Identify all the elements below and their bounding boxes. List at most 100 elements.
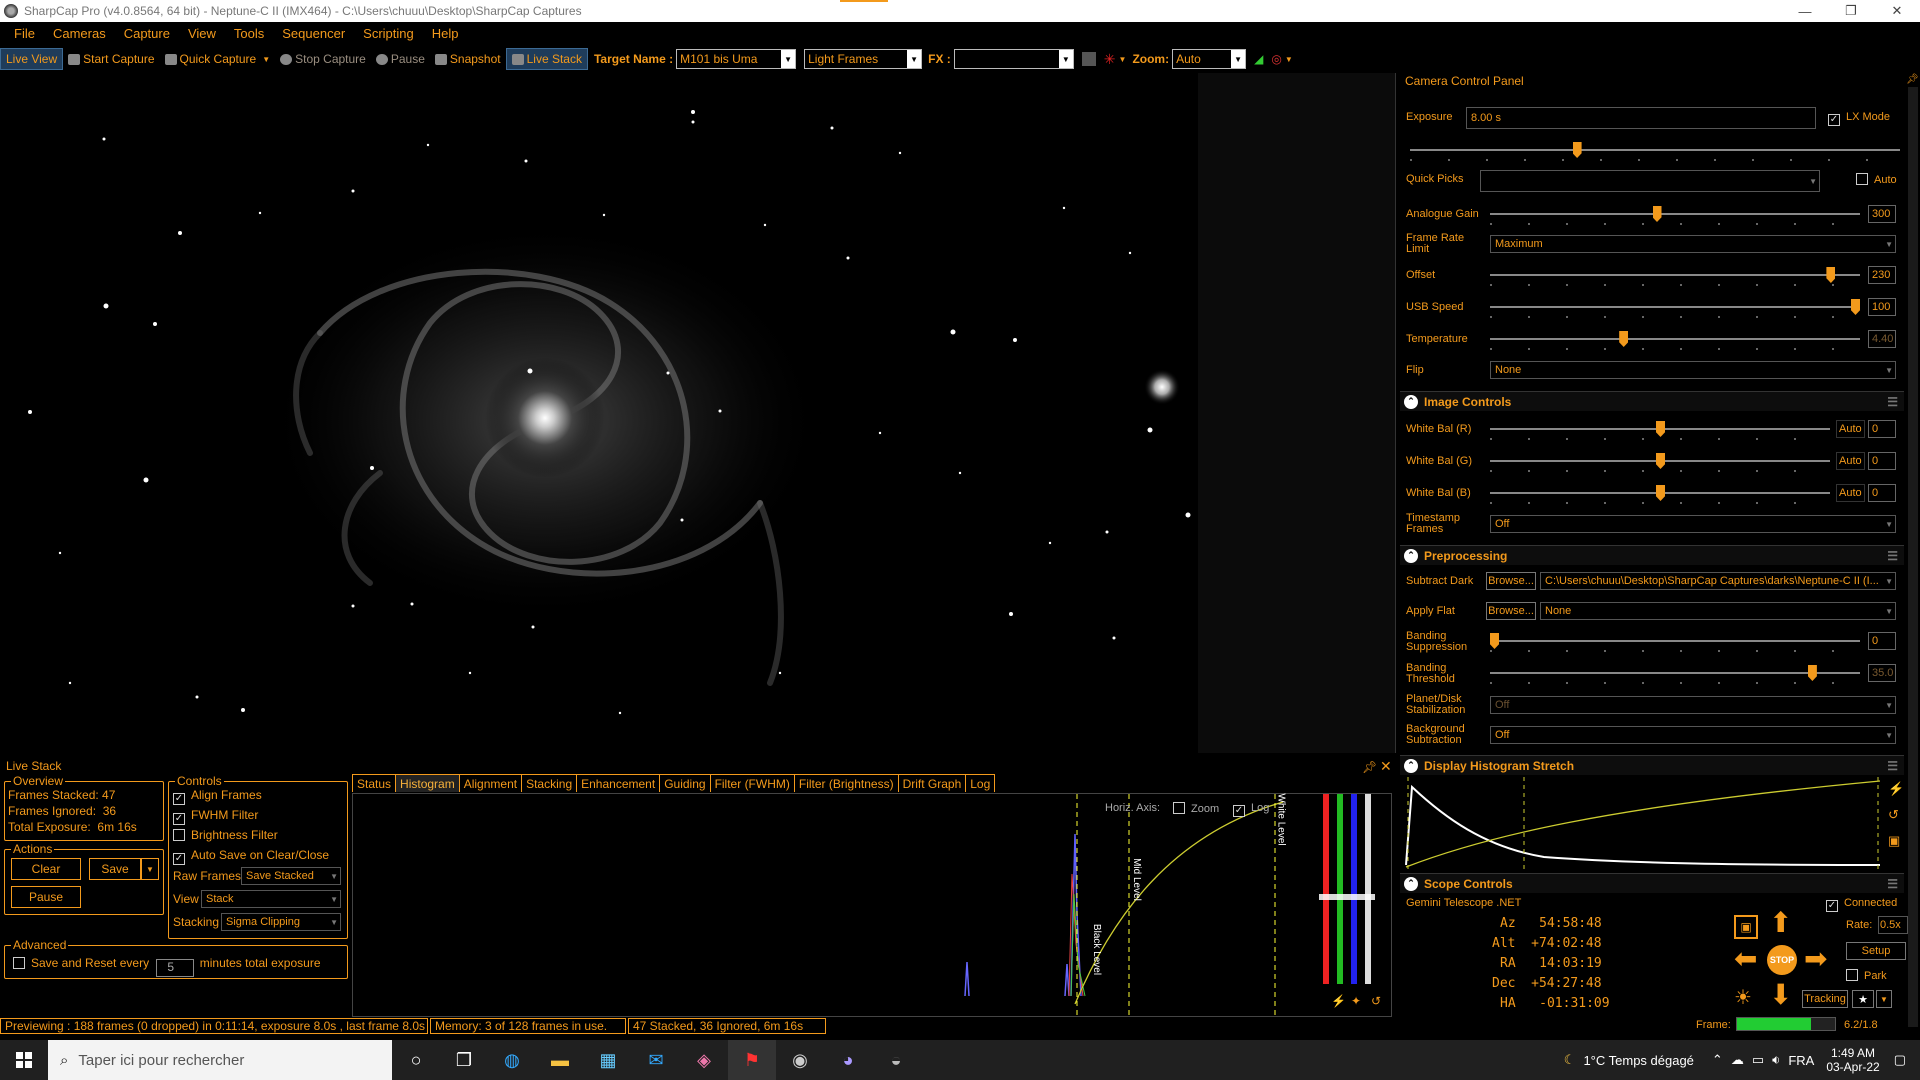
save-stretch-icon[interactable]: ▣ (1888, 833, 1900, 849)
target-name-combo[interactable]: M101 bis Uma ▼ (676, 49, 797, 69)
banding-suppression-thumb[interactable] (1490, 633, 1499, 649)
reset-icon[interactable]: ↺ (1371, 994, 1381, 1008)
photos-icon[interactable]: ◈ (680, 1040, 728, 1080)
file-explorer-icon[interactable]: ▬ (536, 1040, 584, 1080)
restore-button[interactable]: ❐ (1828, 0, 1874, 22)
histogram-icon[interactable]: ◢ (1254, 52, 1263, 66)
analogue-gain-slider[interactable] (1490, 206, 1860, 225)
pause-stack-button[interactable]: Pause (11, 886, 81, 908)
cloud-icon[interactable]: ☁ (1731, 1052, 1744, 1068)
pin-icon[interactable]: 📌︎ (1906, 74, 1919, 85)
banding-threshold-thumb[interactable] (1807, 665, 1817, 681)
collapse-icon[interactable]: ⌃ (1404, 394, 1418, 409)
usb-speed-thumb[interactable] (1851, 299, 1860, 315)
planetarium-icon[interactable]: ◒ (872, 1040, 920, 1080)
taskbar-search[interactable]: ⌕ Taper ici pour rechercher (48, 1040, 392, 1080)
lx-mode-checkbox[interactable]: ✓ (1828, 114, 1840, 126)
raw-frames-select[interactable]: Save Stacked ▼ (241, 867, 341, 885)
rate-select[interactable]: 0.5x (1878, 916, 1908, 934)
histogram-stretch-header[interactable]: ⌃ Display Histogram Stretch ☰ (1400, 755, 1904, 775)
menu-icon[interactable]: ☰ (1887, 395, 1898, 409)
zoom-toggle[interactable]: Zoom (1173, 802, 1219, 815)
brightness-filter-checkbox[interactable] (173, 829, 185, 841)
save-reset-input[interactable]: 5 (156, 959, 195, 977)
menu-sequencer[interactable]: Sequencer (282, 26, 345, 41)
live-stack-button[interactable]: Live Stack (505, 48, 588, 70)
planet-stabilization-select[interactable]: Off ▼ (1490, 696, 1896, 714)
star-icon[interactable]: ★ (1852, 990, 1874, 1008)
auto-stretch-icon[interactable]: ⚡ (1331, 994, 1346, 1008)
menu-icon[interactable]: ☰ (1887, 877, 1898, 891)
collapse-icon[interactable]: ⌃ (1404, 758, 1418, 773)
collapse-icon[interactable]: ⌃ (1404, 876, 1418, 891)
stellarium-icon[interactable]: ◕ (824, 1040, 872, 1080)
collapse-icon[interactable]: ⌃ (1404, 548, 1418, 563)
setup-button[interactable]: Setup (1846, 942, 1906, 960)
banding-suppression-value[interactable]: 0 (1868, 632, 1896, 650)
chevron-down-icon[interactable]: ▼ (1285, 55, 1293, 64)
tab-drift-graph[interactable]: Drift Graph (897, 774, 967, 792)
wb-g-value[interactable]: 0 (1868, 452, 1896, 470)
menu-file[interactable]: File (14, 26, 35, 41)
task-view-icon[interactable]: ❐ (440, 1040, 488, 1080)
chevron-down-icon[interactable]: ▼ (1058, 50, 1073, 68)
exposure-slider-thumb[interactable] (1572, 142, 1582, 158)
fx-combo[interactable]: ▼ (953, 49, 1074, 69)
view-select[interactable]: Stack ▼ (201, 890, 341, 908)
minimize-button[interactable]: — (1782, 0, 1828, 22)
sharpcap-taskbar-icon[interactable]: ⚑ (728, 1040, 776, 1080)
stacking-select[interactable]: Sigma Clipping ▼ (221, 913, 341, 931)
close-panel-icon[interactable]: ✕ (1380, 758, 1392, 775)
edge-icon[interactable]: ◍ (488, 1040, 536, 1080)
tab-alignment[interactable]: Alignment (458, 774, 523, 792)
language-indicator[interactable]: FRA (1788, 1053, 1814, 1068)
wb-b-slider[interactable] (1490, 485, 1830, 504)
arrow-right-icon[interactable]: ➡ (1804, 945, 1827, 973)
store-icon[interactable]: ▦ (584, 1040, 632, 1080)
tracking-button[interactable]: Tracking (1802, 990, 1848, 1008)
arrow-left-icon[interactable]: ⬅ (1734, 945, 1757, 973)
focus-icon[interactable]: ◎ (1271, 52, 1281, 66)
wb-b-value[interactable]: 0 (1868, 484, 1896, 502)
panel-scrollbar[interactable] (1908, 87, 1918, 1027)
save-reset-checkbox[interactable] (13, 957, 25, 969)
subtract-dark-select[interactable]: C:\Users\chuuu\Desktop\SharpCap Captures… (1540, 572, 1896, 590)
clear-button[interactable]: Clear (11, 858, 81, 880)
pin-icon[interactable]: 📌︎ (1362, 760, 1377, 774)
chevron-down-icon[interactable]: ▼ (1876, 990, 1892, 1008)
usb-speed-value[interactable]: 100 (1868, 298, 1896, 316)
reset-stretch-icon[interactable]: ↺ (1888, 807, 1899, 823)
tab-stacking[interactable]: Stacking (521, 774, 578, 792)
menu-icon[interactable]: ☰ (1887, 549, 1898, 563)
apply-flat-browse[interactable]: Browse... (1486, 602, 1536, 620)
timestamp-select[interactable]: Off ▼ (1490, 515, 1896, 533)
stretch-histogram-chart[interactable] (1404, 777, 1882, 869)
arrow-down-icon[interactable]: ⬇ (1769, 981, 1792, 1009)
quick-picks-auto[interactable]: Auto (1856, 173, 1897, 186)
notification-icon[interactable]: ▢ (1894, 1052, 1906, 1068)
stretch-icon[interactable]: ✦ (1351, 994, 1361, 1008)
wb-b-thumb[interactable] (1656, 485, 1665, 501)
snapshot-button[interactable]: Snapshot (430, 48, 506, 70)
usb-speed-slider[interactable] (1490, 299, 1860, 318)
apply-flat-select[interactable]: None ▼ (1540, 602, 1896, 620)
wb-r-slider[interactable] (1490, 421, 1830, 440)
frame-type-combo[interactable]: Light Frames ▼ (804, 49, 923, 69)
wb-g-auto[interactable]: Auto (1836, 452, 1865, 470)
zoom-combo[interactable]: Auto ▼ (1172, 49, 1247, 69)
tab-filter-fwhm[interactable]: Filter (FWHM) (709, 774, 795, 792)
chevron-up-icon[interactable]: ⌃ (1712, 1052, 1723, 1068)
connected-row[interactable]: ✓ Connected (1826, 897, 1897, 912)
network-icon[interactable]: ▭ (1752, 1052, 1764, 1068)
sun-icon[interactable]: ☀ (1734, 985, 1752, 1010)
tab-status[interactable]: Status (352, 774, 397, 792)
lx-mode-row[interactable]: ✓ LX Mode (1828, 111, 1890, 126)
tab-log[interactable]: Log (965, 774, 996, 792)
auto-stretch-icon[interactable]: ⚡ (1888, 781, 1904, 797)
crosshair-icon[interactable]: ✳ (1104, 51, 1116, 68)
cortana-icon[interactable]: ○ (392, 1040, 440, 1080)
live-view-button[interactable]: Live View (0, 48, 64, 70)
start-button[interactable] (0, 1040, 48, 1080)
fwhm-filter-checkbox[interactable]: ✓ (173, 813, 185, 825)
stop-button[interactable]: STOP (1767, 945, 1797, 975)
